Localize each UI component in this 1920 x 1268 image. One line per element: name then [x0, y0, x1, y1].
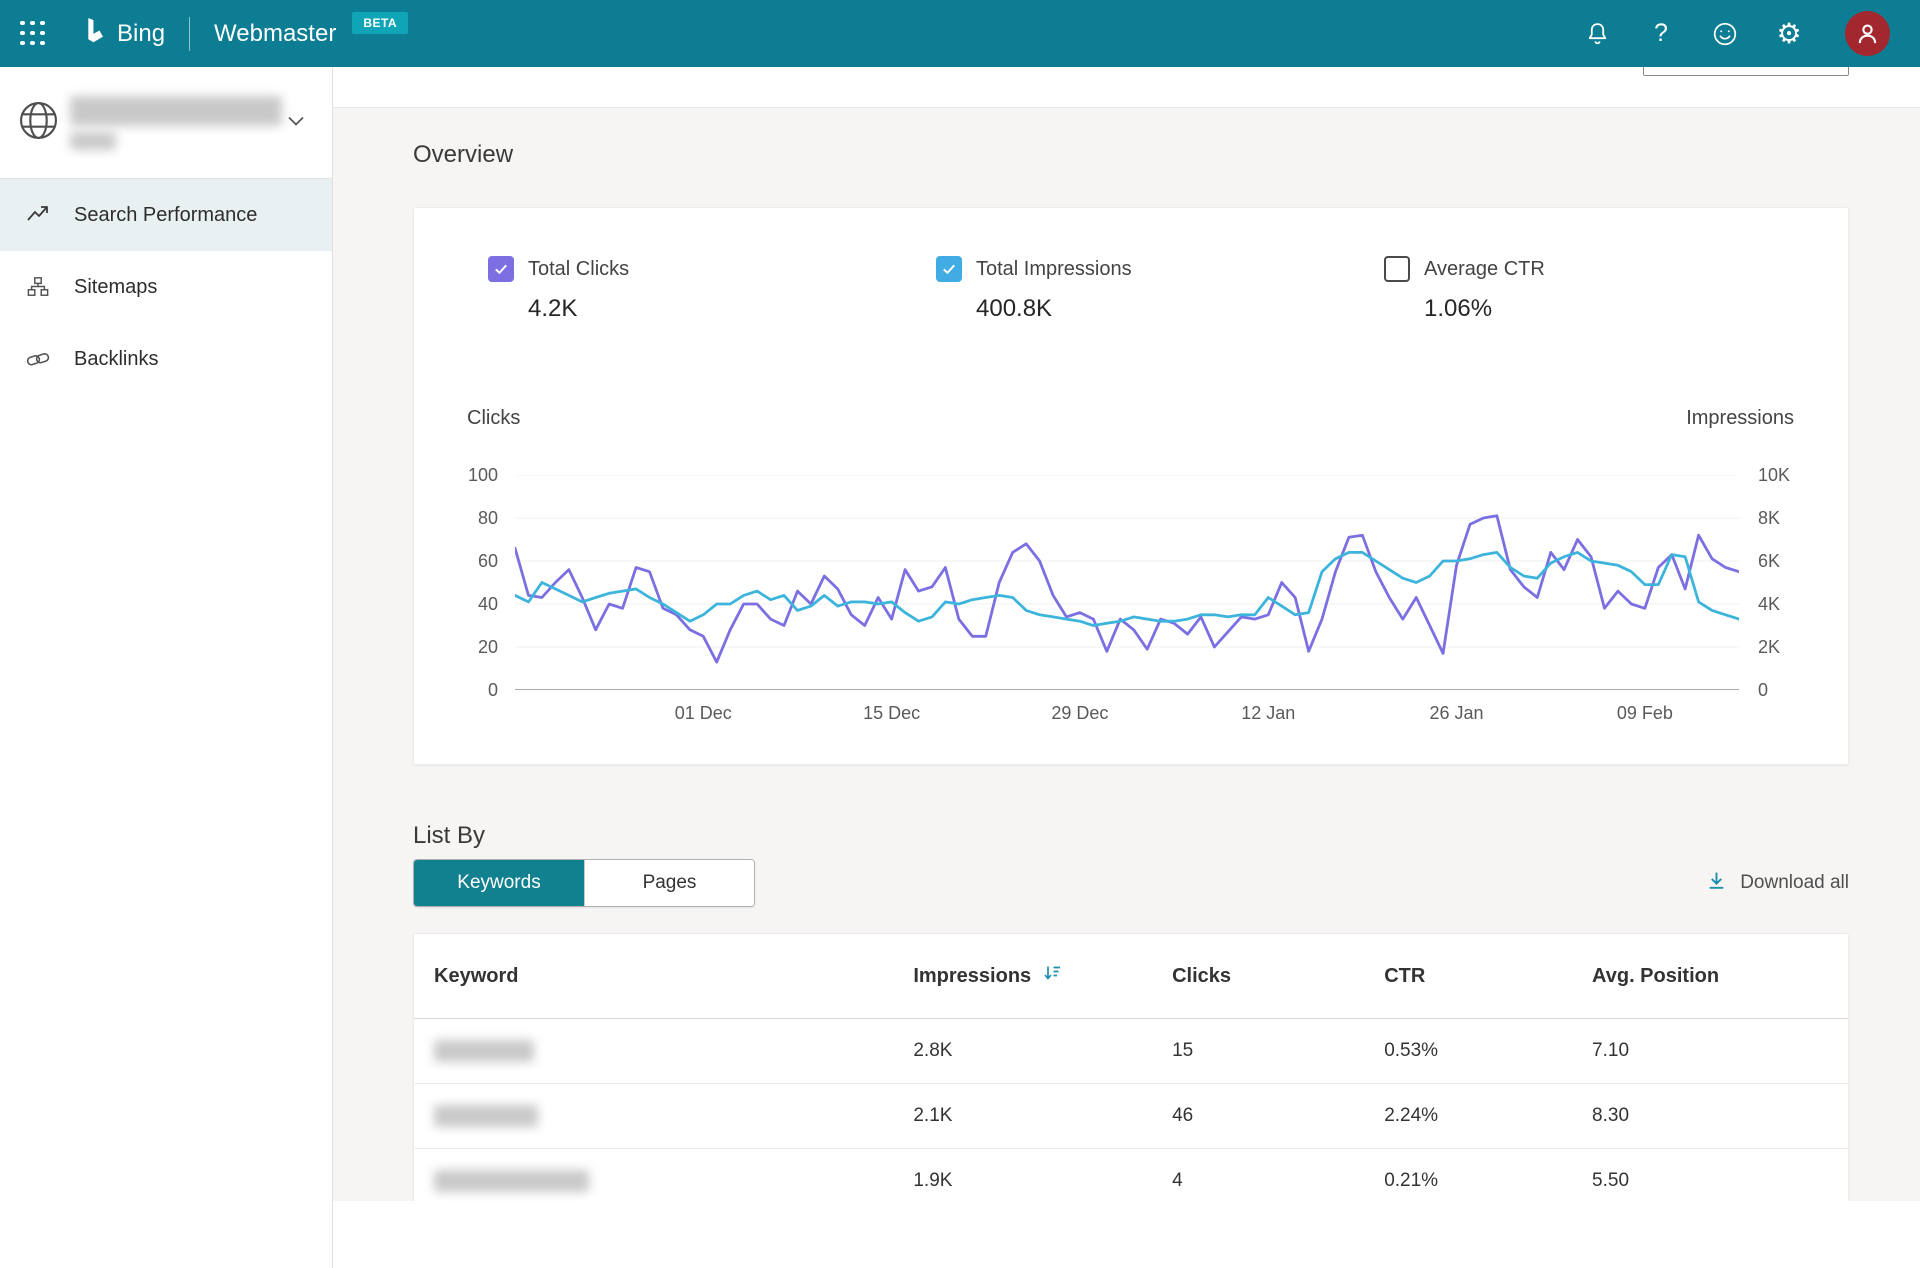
x-axis-label: 01 Dec [675, 703, 732, 724]
line-chart: 100806040200 10K8K6K4K2K0 [414, 475, 1848, 690]
keyword-redacted [434, 1040, 534, 1062]
product-name: Webmaster [214, 20, 336, 48]
site-selector[interactable] [0, 67, 332, 179]
keyword-redacted [434, 1105, 538, 1127]
cell-avg-position: 5.50 [1592, 1170, 1848, 1192]
right-axis-ticks: 10K8K6K4K2K0 [1739, 475, 1848, 690]
column-header-keyword[interactable]: Keyword [434, 965, 913, 988]
globe-icon [18, 100, 59, 146]
cell-impressions: 1.9K [913, 1170, 1172, 1192]
column-header-clicks[interactable]: Clicks [1172, 965, 1384, 988]
metric-total-impressions: Total Impressions 400.8K [936, 256, 1384, 323]
sidebar-item-backlinks[interactable]: Backlinks [0, 323, 332, 395]
list-by-tab-pages[interactable]: Pages [584, 860, 754, 906]
x-axis-label: 29 Dec [1051, 703, 1108, 724]
keywords-table: Keyword Impressions Clicks CTR Avg. Position… [413, 933, 1849, 1201]
metric-total-clicks: Total Clicks 4.2K [488, 256, 936, 323]
x-axis-label: 09 Feb [1617, 703, 1673, 724]
metric-label: Average CTR [1424, 258, 1545, 281]
download-all-button[interactable]: Download all [1706, 870, 1849, 897]
feedback-smiley-icon[interactable] [1711, 20, 1739, 48]
metrics-row: Total Clicks4.2KTotal Impressions400.8KA… [414, 256, 1848, 323]
list-by-heading: List By [413, 822, 1849, 850]
top-app-bar: Bing Webmaster BETA ? ⚙ [0, 0, 1920, 67]
help-icon[interactable]: ? [1647, 20, 1675, 48]
table-row[interactable]: 2.1K462.24%8.30 [414, 1084, 1848, 1149]
table-row[interactable]: 2.8K150.53%7.10 [414, 1019, 1848, 1084]
bing-wordmark: Bing [117, 20, 165, 48]
checkbox-checked-icon[interactable] [936, 256, 962, 282]
x-axis-labels: 01 Dec 15 Dec 29 Dec 12 Jan 26 Jan 09 Feb [515, 703, 1739, 725]
metric-label: Total Impressions [976, 258, 1132, 281]
column-label: CTR [1384, 965, 1425, 988]
cell-clicks: 15 [1172, 1040, 1384, 1062]
beta-badge: BETA [352, 12, 408, 34]
cell-impressions: 2.8K [913, 1040, 1172, 1062]
overview-heading: Overview [413, 108, 1849, 169]
x-axis-label: 26 Jan [1429, 703, 1483, 724]
sidebar: Search Performance Sitemaps Backlinks [0, 67, 333, 1268]
bing-b-icon [84, 16, 108, 51]
metric-average-ctr: Average CTR 1.06% [1384, 256, 1832, 323]
left-axis-ticks: 100806040200 [414, 475, 515, 690]
column-header-ctr[interactable]: CTR [1384, 965, 1592, 988]
cell-avg-position: 7.10 [1592, 1040, 1848, 1062]
cell-clicks: 46 [1172, 1105, 1384, 1127]
cell-ctr: 0.53% [1384, 1040, 1592, 1062]
table-body: 2.8K150.53%7.102.1K462.24%8.301.9K40.21%… [414, 1019, 1848, 1201]
cell-ctr: 0.21% [1384, 1170, 1592, 1192]
sidebar-item-sitemaps[interactable]: Sitemaps [0, 251, 332, 323]
cell-ctr: 2.24% [1384, 1105, 1592, 1127]
notifications-bell-icon[interactable] [1583, 20, 1611, 48]
column-header-avg-position[interactable]: Avg. Position [1592, 965, 1848, 988]
list-by-toggle: KeywordsPages [413, 859, 755, 907]
checkbox-checked-icon[interactable] [488, 256, 514, 282]
sidebar-nav: Search Performance Sitemaps Backlinks [0, 179, 332, 395]
trending-up-icon [26, 203, 50, 227]
bing-logo[interactable]: Bing [84, 16, 165, 51]
sort-descending-icon [1042, 963, 1062, 989]
site-name-redacted [70, 96, 282, 150]
overview-card: Total Clicks4.2KTotal Impressions400.8KA… [413, 207, 1849, 765]
download-icon [1706, 870, 1727, 897]
app-launcher-icon[interactable] [20, 21, 46, 47]
chart-canvas [515, 475, 1739, 690]
cell-impressions: 2.1K [913, 1105, 1172, 1127]
sitemap-icon [26, 276, 50, 298]
x-axis-label: 12 Jan [1241, 703, 1295, 724]
x-axis-label: 15 Dec [863, 703, 920, 724]
metric-value: 400.8K [976, 295, 1384, 323]
metric-value: 1.06% [1424, 295, 1832, 323]
metric-value: 4.2K [528, 295, 936, 323]
column-label: Impressions [913, 965, 1031, 988]
cell-clicks: 4 [1172, 1170, 1384, 1192]
sidebar-item-label: Search Performance [74, 204, 257, 227]
left-axis-title: Clicks [467, 407, 520, 430]
sidebar-item-search-performance[interactable]: Search Performance [0, 179, 332, 251]
table-header-row: Keyword Impressions Clicks CTR Avg. Position [414, 934, 1848, 1019]
column-label: Keyword [434, 965, 518, 988]
user-avatar[interactable] [1845, 11, 1890, 56]
settings-gear-icon[interactable]: ⚙ [1775, 20, 1803, 48]
column-label: Avg. Position [1592, 965, 1719, 988]
download-all-label: Download all [1740, 872, 1849, 894]
sidebar-item-label: Sitemaps [74, 276, 157, 299]
keyword-redacted [434, 1170, 589, 1192]
chevron-down-icon[interactable] [284, 108, 308, 137]
column-header-impressions[interactable]: Impressions [913, 963, 1172, 989]
content-area: Overview Total Clicks4.2KTotal Impressio… [333, 108, 1920, 1201]
table-row[interactable]: 1.9K40.21%5.50 [414, 1149, 1848, 1201]
right-axis-title: Impressions [1686, 407, 1794, 430]
header-divider [189, 17, 190, 51]
column-label: Clicks [1172, 965, 1231, 988]
metric-label: Total Clicks [528, 258, 629, 281]
list-by-tab-keywords[interactable]: Keywords [414, 860, 584, 906]
checkbox-unchecked-icon[interactable] [1384, 256, 1410, 282]
sidebar-item-label: Backlinks [74, 348, 158, 371]
link-icon [26, 347, 50, 372]
cell-avg-position: 8.30 [1592, 1105, 1848, 1127]
